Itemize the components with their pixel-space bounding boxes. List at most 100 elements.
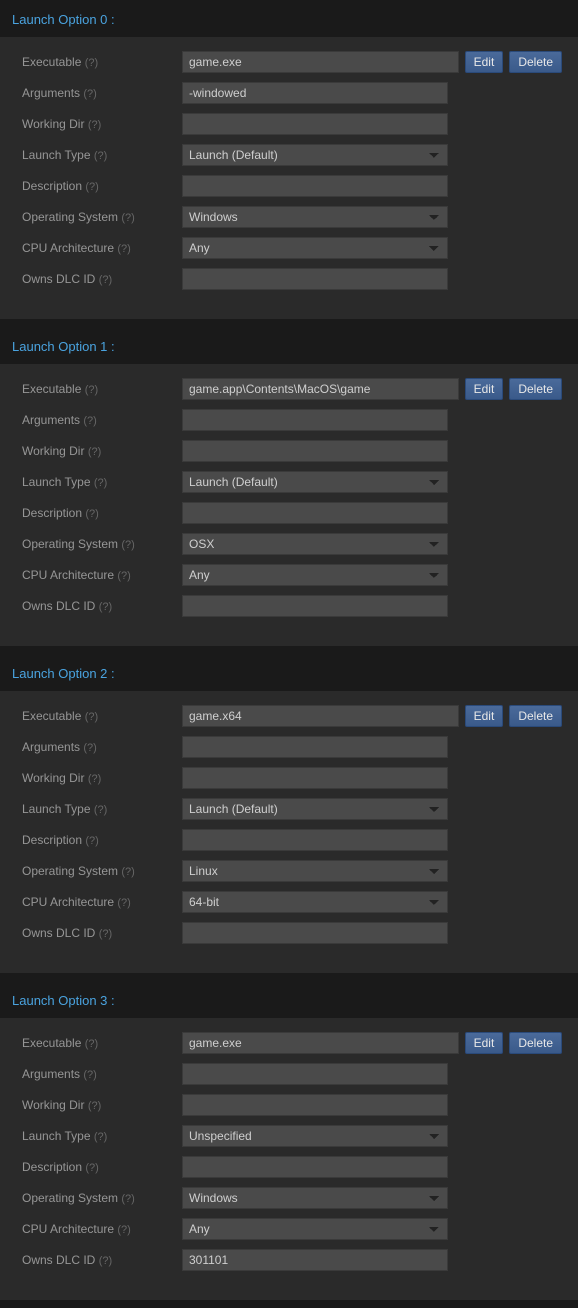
- field-label: Launch Type (?): [22, 802, 182, 816]
- field-label: Working Dir (?): [22, 771, 182, 785]
- help-icon[interactable]: (?): [99, 274, 112, 286]
- field-wrap: [182, 595, 562, 617]
- os-select[interactable]: Windows: [182, 206, 448, 228]
- description-input[interactable]: [182, 175, 448, 197]
- help-icon[interactable]: (?): [94, 1131, 107, 1143]
- panel-body: Executable (?) Edit Delete Arguments (?)…: [0, 364, 578, 634]
- working-dir-input[interactable]: [182, 767, 448, 789]
- launch-option-panel: Launch Option 2 : Executable (?) Edit De…: [0, 654, 578, 973]
- help-icon[interactable]: (?): [94, 150, 107, 162]
- executable-input[interactable]: [182, 705, 459, 727]
- panel-title: Launch Option 1 :: [0, 327, 578, 364]
- field-wrap: Unspecified: [182, 1125, 562, 1147]
- field-wrap: Any: [182, 564, 562, 586]
- help-icon[interactable]: (?): [88, 446, 101, 458]
- help-icon[interactable]: (?): [85, 57, 98, 69]
- launch-type-select[interactable]: Launch (Default): [182, 471, 448, 493]
- help-icon[interactable]: (?): [117, 1224, 130, 1236]
- help-icon[interactable]: (?): [99, 928, 112, 940]
- edit-button[interactable]: Edit: [465, 51, 504, 73]
- field-label: Executable (?): [22, 709, 182, 723]
- owns-dlc-input[interactable]: [182, 922, 448, 944]
- help-icon[interactable]: (?): [85, 835, 98, 847]
- launch-type-select[interactable]: Launch (Default): [182, 144, 448, 166]
- cpu-arch-select[interactable]: Any: [182, 564, 448, 586]
- help-icon[interactable]: (?): [83, 742, 96, 754]
- form-row: CPU Architecture (?) 64-bit: [22, 891, 562, 913]
- field-wrap: [182, 736, 562, 758]
- field-wrap: [182, 1094, 562, 1116]
- cpu-arch-select[interactable]: Any: [182, 237, 448, 259]
- working-dir-input[interactable]: [182, 1094, 448, 1116]
- field-label: Launch Type (?): [22, 475, 182, 489]
- arguments-input[interactable]: [182, 409, 448, 431]
- description-input[interactable]: [182, 1156, 448, 1178]
- help-icon[interactable]: (?): [83, 88, 96, 100]
- edit-button[interactable]: Edit: [465, 705, 504, 727]
- help-icon[interactable]: (?): [117, 897, 130, 909]
- owns-dlc-input[interactable]: [182, 268, 448, 290]
- arguments-input[interactable]: [182, 736, 448, 758]
- help-icon[interactable]: (?): [83, 1069, 96, 1081]
- help-icon[interactable]: (?): [121, 866, 134, 878]
- arguments-input[interactable]: [182, 1063, 448, 1085]
- field-label: Working Dir (?): [22, 117, 182, 131]
- owns-dlc-input[interactable]: [182, 595, 448, 617]
- help-icon[interactable]: (?): [117, 243, 130, 255]
- field-wrap: [182, 1156, 562, 1178]
- executable-input[interactable]: [182, 1032, 459, 1054]
- field-wrap: 64-bit: [182, 891, 562, 913]
- panel-body: Executable (?) Edit Delete Arguments (?)…: [0, 1018, 578, 1288]
- delete-button[interactable]: Delete: [509, 51, 562, 73]
- owns-dlc-input[interactable]: [182, 1249, 448, 1271]
- executable-input[interactable]: [182, 378, 459, 400]
- description-input[interactable]: [182, 829, 448, 851]
- help-icon[interactable]: (?): [121, 212, 134, 224]
- os-select[interactable]: OSX: [182, 533, 448, 555]
- help-icon[interactable]: (?): [85, 181, 98, 193]
- edit-button[interactable]: Edit: [465, 378, 504, 400]
- description-input[interactable]: [182, 502, 448, 524]
- help-icon[interactable]: (?): [83, 415, 96, 427]
- help-icon[interactable]: (?): [88, 1100, 101, 1112]
- executable-input[interactable]: [182, 51, 459, 73]
- cpu-arch-select[interactable]: Any: [182, 1218, 448, 1240]
- help-icon[interactable]: (?): [85, 384, 98, 396]
- help-icon[interactable]: (?): [94, 804, 107, 816]
- help-icon[interactable]: (?): [94, 477, 107, 489]
- help-icon[interactable]: (?): [85, 1162, 98, 1174]
- os-select[interactable]: Linux: [182, 860, 448, 882]
- help-icon[interactable]: (?): [121, 1193, 134, 1205]
- form-row: Description (?): [22, 502, 562, 524]
- delete-button[interactable]: Delete: [509, 378, 562, 400]
- form-row: Launch Type (?) Launch (Default): [22, 144, 562, 166]
- help-icon[interactable]: (?): [85, 1038, 98, 1050]
- help-icon[interactable]: (?): [99, 1255, 112, 1267]
- field-wrap: [182, 829, 562, 851]
- help-icon[interactable]: (?): [99, 601, 112, 613]
- help-icon[interactable]: (?): [85, 508, 98, 520]
- working-dir-input[interactable]: [182, 113, 448, 135]
- help-icon[interactable]: (?): [117, 570, 130, 582]
- delete-button[interactable]: Delete: [509, 705, 562, 727]
- help-icon[interactable]: (?): [88, 119, 101, 131]
- field-label: Operating System (?): [22, 537, 182, 551]
- field-wrap: Windows: [182, 206, 562, 228]
- cpu-arch-select[interactable]: 64-bit: [182, 891, 448, 913]
- field-wrap: [182, 175, 562, 197]
- field-label: Arguments (?): [22, 86, 182, 100]
- edit-button[interactable]: Edit: [465, 1032, 504, 1054]
- launch-type-select[interactable]: Unspecified: [182, 1125, 448, 1147]
- os-select[interactable]: Windows: [182, 1187, 448, 1209]
- launch-type-select[interactable]: Launch (Default): [182, 798, 448, 820]
- form-row: Arguments (?): [22, 82, 562, 104]
- help-icon[interactable]: (?): [85, 711, 98, 723]
- delete-button[interactable]: Delete: [509, 1032, 562, 1054]
- help-icon[interactable]: (?): [88, 773, 101, 785]
- arguments-input[interactable]: [182, 82, 448, 104]
- form-row: Owns DLC ID (?): [22, 922, 562, 944]
- working-dir-input[interactable]: [182, 440, 448, 462]
- field-label: Operating System (?): [22, 864, 182, 878]
- field-wrap: Launch (Default): [182, 471, 562, 493]
- help-icon[interactable]: (?): [121, 539, 134, 551]
